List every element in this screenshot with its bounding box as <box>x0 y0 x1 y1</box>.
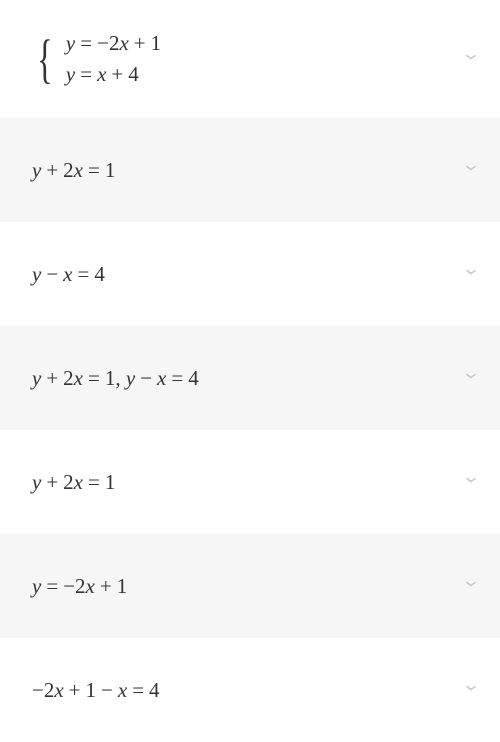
step-row[interactable]: y−x=4 <box>0 222 500 326</box>
step-equation: y−x=4 <box>32 262 105 287</box>
step-equation: y+2x=1 <box>32 158 115 183</box>
step-equation: y+2x=1, y−x=4 <box>32 366 199 391</box>
chevron-down-icon[interactable] <box>462 162 480 179</box>
chevron-down-icon[interactable] <box>462 474 480 491</box>
chevron-down-icon[interactable] <box>462 682 480 699</box>
step-row[interactable]: y+2x=1 <box>0 118 500 222</box>
step-row[interactable]: y=−2x+1 <box>0 534 500 638</box>
step-row[interactable]: −2x+1−x=4 <box>0 638 500 742</box>
chevron-down-icon[interactable] <box>462 370 480 387</box>
left-brace-icon: { <box>37 32 53 86</box>
step-equation: −2x+1−x=4 <box>32 678 160 703</box>
chevron-down-icon[interactable] <box>462 266 480 283</box>
chevron-down-icon[interactable] <box>462 51 480 68</box>
step-row[interactable]: y+2x=1, y−x=4 <box>0 326 500 430</box>
step-row[interactable]: { y=−2x+1 y=x+4 <box>0 0 500 118</box>
step-equation: y=−2x+1 <box>32 574 127 599</box>
step-row[interactable]: y+2x=1 <box>0 430 500 534</box>
step-equation: y+2x=1 <box>32 470 115 495</box>
step-equation: { y=−2x+1 y=x+4 <box>32 31 161 87</box>
chevron-down-icon[interactable] <box>462 578 480 595</box>
